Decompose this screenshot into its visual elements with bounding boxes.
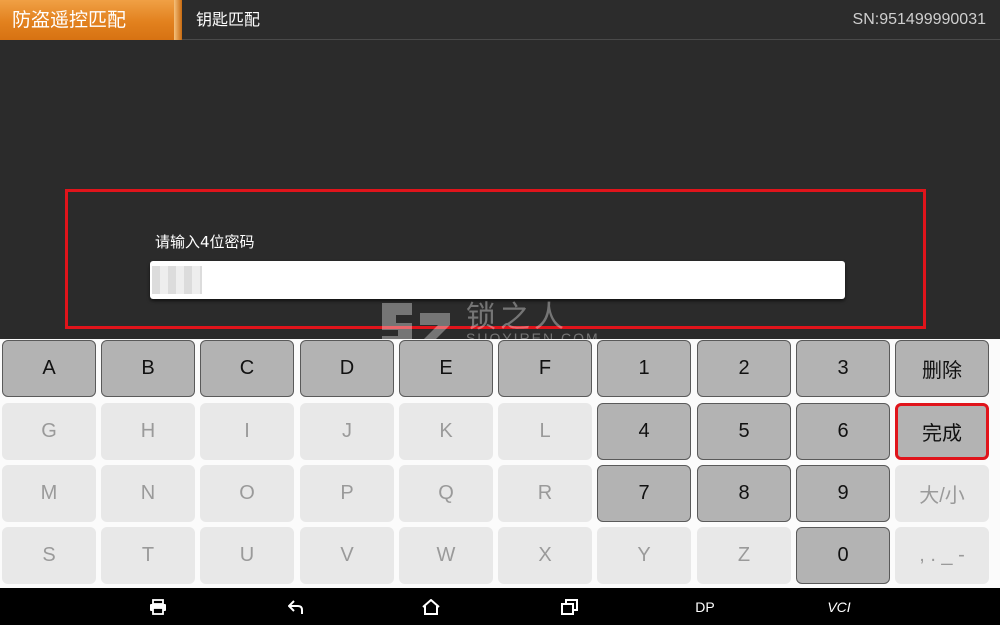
key-Q[interactable]: Q	[399, 465, 493, 522]
key-J[interactable]: J	[300, 403, 394, 460]
key-A[interactable]: A	[2, 340, 96, 397]
key-O[interactable]: O	[200, 465, 294, 522]
key-W[interactable]: W	[399, 527, 493, 584]
key-Y[interactable]: Y	[597, 527, 691, 584]
key-3[interactable]: 3	[796, 340, 890, 397]
home-icon	[422, 598, 440, 615]
key-9[interactable]: 9	[796, 465, 890, 522]
key-C[interactable]: C	[200, 340, 294, 397]
key-E[interactable]: E	[399, 340, 493, 397]
key-2[interactable]: 2	[697, 340, 791, 397]
key-X[interactable]: X	[498, 527, 592, 584]
key-D[interactable]: D	[300, 340, 394, 397]
key-special-19[interactable]: 完成	[895, 403, 989, 460]
key-P[interactable]: P	[300, 465, 394, 522]
back-arrow-icon	[288, 599, 303, 614]
key-F[interactable]: F	[498, 340, 592, 397]
key-T[interactable]: T	[101, 527, 195, 584]
home-button[interactable]	[415, 588, 447, 625]
password-prompt: 请输入4位密码	[155, 233, 255, 251]
back-button[interactable]	[280, 588, 312, 625]
key-special-29[interactable]: 大/小	[895, 465, 989, 522]
recent-apps-icon	[561, 598, 578, 615]
virtual-keyboard: A B C D E F 1 2 3 删除 G H I J K L 4 5 6 完成 M N O P Q R 7 8 9 大/小 S T U V W X…	[0, 339, 1000, 588]
key-S[interactable]: S	[2, 527, 96, 584]
print-button[interactable]	[142, 588, 174, 625]
key-R[interactable]: R	[498, 465, 592, 522]
serial-number: SN:951499990031	[852, 11, 986, 28]
recent-apps-button[interactable]	[553, 588, 585, 625]
key-N[interactable]: N	[101, 465, 195, 522]
printer-icon	[150, 598, 166, 615]
system-nav-bar: DP VCI	[0, 588, 1000, 625]
key-0[interactable]: 0	[796, 527, 890, 584]
key-U[interactable]: U	[200, 527, 294, 584]
pixelated-mask	[152, 266, 202, 294]
key-8[interactable]: 8	[697, 465, 791, 522]
key-H[interactable]: H	[101, 403, 195, 460]
key-1[interactable]: 1	[597, 340, 691, 397]
top-bar: 防盗遥控匹配 钥匙匹配 SN:951499990031	[0, 0, 1000, 40]
key-I[interactable]: I	[200, 403, 294, 460]
key-4[interactable]: 4	[597, 403, 691, 460]
key-special-39[interactable]: , . _ -	[895, 527, 989, 584]
dp-button[interactable]: DP	[688, 588, 722, 625]
key-V[interactable]: V	[300, 527, 394, 584]
key-special-9[interactable]: 删除	[895, 340, 989, 397]
key-K[interactable]: K	[399, 403, 493, 460]
key-L[interactable]: L	[498, 403, 592, 460]
key-G[interactable]: G	[2, 403, 96, 460]
key-6[interactable]: 6	[796, 403, 890, 460]
key-Z[interactable]: Z	[697, 527, 791, 584]
app-title: 防盗遥控匹配	[0, 0, 182, 40]
vci-indicator[interactable]: VCI	[822, 588, 856, 625]
key-7[interactable]: 7	[597, 465, 691, 522]
key-B[interactable]: B	[101, 340, 195, 397]
key-M[interactable]: M	[2, 465, 96, 522]
key-5[interactable]: 5	[697, 403, 791, 460]
page-subtitle: 钥匙匹配	[196, 10, 261, 29]
